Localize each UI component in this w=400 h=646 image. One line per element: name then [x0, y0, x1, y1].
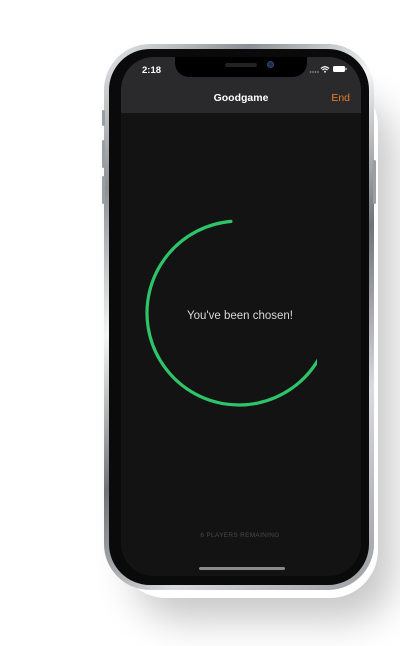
chosen-message: You've been chosen! [187, 310, 293, 322]
volume-up-button [102, 140, 105, 168]
page-title: Goodgame [213, 92, 269, 104]
front-camera [267, 61, 274, 68]
navigation-bar: Goodgame End [121, 81, 361, 113]
mute-switch [102, 110, 105, 126]
end-button[interactable]: End [331, 92, 350, 104]
volume-down-button [102, 176, 105, 204]
notch [175, 57, 307, 77]
signal-dots-icon [309, 71, 319, 73]
power-button [373, 160, 376, 204]
device-mockup: 2:18 Goodgame End You've been chosen! 6 … [0, 0, 400, 646]
players-remaining-label: 6 PLAYERS REMAINING [200, 532, 280, 539]
app-screen: 2:18 Goodgame End You've been chosen! 6 … [121, 57, 361, 576]
battery-icon [333, 66, 347, 72]
home-indicator[interactable] [199, 567, 285, 570]
status-time: 2:18 [142, 65, 162, 76]
wifi-icon [320, 66, 330, 73]
status-icons [309, 66, 347, 73]
speaker-grille [225, 63, 257, 67]
